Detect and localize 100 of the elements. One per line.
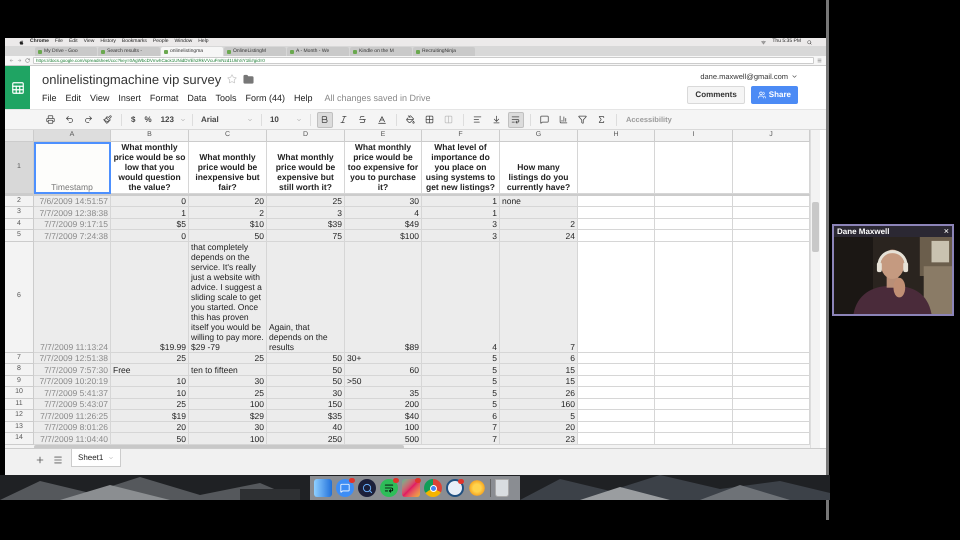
table-cell: $19.99 bbox=[111, 242, 189, 352]
scrollbar-thumb[interactable] bbox=[812, 202, 819, 252]
table-cell: $19 bbox=[111, 410, 189, 422]
notification-badge bbox=[415, 478, 421, 483]
table-cell: 100 bbox=[345, 422, 422, 433]
table-cell: 30 bbox=[189, 376, 267, 387]
close-button[interactable]: × bbox=[944, 227, 949, 236]
table-cell: 7/7/2009 7:24:38 bbox=[34, 230, 111, 242]
column-title: How many listings do you currently have? bbox=[500, 142, 578, 194]
menu-item[interactable]: Format bbox=[150, 92, 178, 106]
number-format-button[interactable]: 123 bbox=[158, 114, 177, 126]
table-cell: 7/7/2009 5:41:37 bbox=[34, 387, 111, 398]
table-cell: 4 bbox=[422, 242, 500, 352]
menu-item[interactable]: Edit bbox=[66, 92, 82, 106]
number-format-button[interactable]: % bbox=[141, 114, 155, 126]
table-cell: $29 bbox=[189, 410, 267, 422]
wrap-icon bbox=[511, 115, 520, 124]
text-color-icon bbox=[376, 114, 387, 124]
people-icon bbox=[758, 91, 766, 100]
corner-cell[interactable] bbox=[5, 130, 34, 142]
favicon-icon bbox=[38, 50, 42, 54]
table-cell: 20 bbox=[189, 196, 267, 207]
table-cell: 7/7/2009 7:57:30 bbox=[34, 364, 111, 376]
table-cell: 6 bbox=[422, 410, 500, 422]
table-cell: 15 bbox=[500, 364, 578, 376]
favicon-icon bbox=[416, 50, 420, 54]
chart-icon bbox=[559, 115, 568, 124]
app-icon[interactable] bbox=[380, 479, 398, 497]
paint-format-icon bbox=[102, 115, 112, 124]
star-icon[interactable] bbox=[227, 74, 238, 84]
column-title: What monthly price would be too expensive for you to purchase it? bbox=[345, 142, 422, 194]
sheet-list-icon[interactable] bbox=[53, 455, 63, 465]
bold-icon bbox=[320, 115, 330, 124]
add-sheet-icon[interactable] bbox=[35, 455, 45, 465]
favicon-icon bbox=[290, 50, 294, 54]
folder-icon[interactable] bbox=[243, 74, 254, 85]
table-cell: 7/7/2009 10:20:19 bbox=[34, 376, 111, 387]
notification-badge bbox=[393, 478, 399, 483]
table-cell: 7/6/2009 14:51:57 bbox=[34, 196, 111, 207]
menu-item[interactable]: Help bbox=[294, 92, 312, 106]
app-icon[interactable] bbox=[336, 479, 354, 497]
color-wheel-icon[interactable] bbox=[424, 479, 442, 497]
table-cell: $10 bbox=[189, 218, 267, 230]
wrap-button[interactable] bbox=[508, 112, 524, 128]
table-cell: 10 bbox=[111, 387, 189, 398]
table-cell: 0 bbox=[111, 230, 189, 242]
table-cell: 7/7/2009 12:38:38 bbox=[34, 207, 111, 218]
table-cell: 30 bbox=[267, 387, 345, 398]
curved-lines-icon bbox=[384, 483, 394, 493]
tile-icon[interactable] bbox=[402, 479, 420, 497]
comments-button[interactable]: Comments bbox=[687, 86, 745, 104]
table-cell: 150 bbox=[267, 398, 345, 410]
menu-item[interactable]: File bbox=[42, 92, 57, 106]
table-cell: 60 bbox=[345, 364, 422, 376]
participant-name: Dane Maxwell bbox=[837, 226, 890, 238]
apple-icon[interactable] bbox=[19, 40, 24, 44]
table-cell: 1 bbox=[422, 207, 500, 218]
table-cell: 0 bbox=[111, 196, 189, 207]
fill-color-icon bbox=[406, 115, 416, 124]
table-cell: 20 bbox=[500, 422, 578, 433]
menu-item[interactable]: Tools bbox=[215, 92, 236, 106]
menu-item[interactable]: Insert bbox=[118, 92, 141, 106]
bold-button[interactable] bbox=[316, 112, 333, 128]
app-icon[interactable] bbox=[358, 479, 376, 497]
table-cell: Again, that depends on the results bbox=[267, 242, 345, 352]
notification-badge bbox=[349, 478, 355, 483]
wifi-icon[interactable] bbox=[761, 40, 766, 44]
table-cell: 160 bbox=[500, 398, 578, 410]
table-cell: 40 bbox=[267, 422, 345, 433]
document-title[interactable]: onlinelistingmachine vip survey bbox=[42, 70, 222, 89]
table-cell: that completely depends on the service. It's really just a website with advice. I suggest a sliding scale to get you started. Once this has proven itself you would be willing to pay more. $29 -79 bbox=[189, 242, 267, 352]
menu-item[interactable]: Data bbox=[187, 92, 206, 106]
filter-icon bbox=[578, 115, 588, 124]
column-title: What monthly price would be inexpensive but fair? bbox=[189, 142, 267, 194]
table-cell: $100 bbox=[345, 230, 422, 242]
menu-item[interactable]: Form (44) bbox=[245, 92, 285, 106]
sheets-logo[interactable] bbox=[5, 66, 30, 109]
table-cell: 50 bbox=[267, 376, 345, 387]
caret-icon bbox=[246, 116, 253, 122]
table-cell: 24 bbox=[500, 230, 578, 242]
favicon-icon bbox=[101, 50, 105, 54]
table-cell: 3 bbox=[267, 207, 345, 218]
magnifier-icon bbox=[362, 482, 372, 494]
table-cell: 15 bbox=[500, 376, 578, 387]
number-format-button[interactable]: $ bbox=[128, 114, 138, 126]
sheet-tab[interactable]: Sheet1 bbox=[71, 449, 122, 467]
search-icon[interactable] bbox=[807, 40, 812, 44]
table-cell: 1 bbox=[111, 207, 189, 218]
font-size-dropdown[interactable]: 10 bbox=[268, 114, 304, 126]
merge-icon bbox=[444, 115, 454, 124]
caret-icon bbox=[296, 116, 302, 122]
align-icon bbox=[473, 115, 482, 124]
table-cell: 30+ bbox=[345, 352, 422, 364]
menu-item[interactable]: View bbox=[90, 92, 110, 106]
table-cell: 3 bbox=[422, 230, 500, 242]
table-cell: 7/7/2009 11:13:24 bbox=[34, 242, 111, 352]
reload-icon[interactable] bbox=[25, 58, 30, 63]
table-cell: 7/7/2009 5:43:07 bbox=[34, 398, 111, 410]
caret-icon[interactable] bbox=[791, 73, 798, 80]
font-dropdown[interactable]: Arial bbox=[198, 114, 255, 126]
